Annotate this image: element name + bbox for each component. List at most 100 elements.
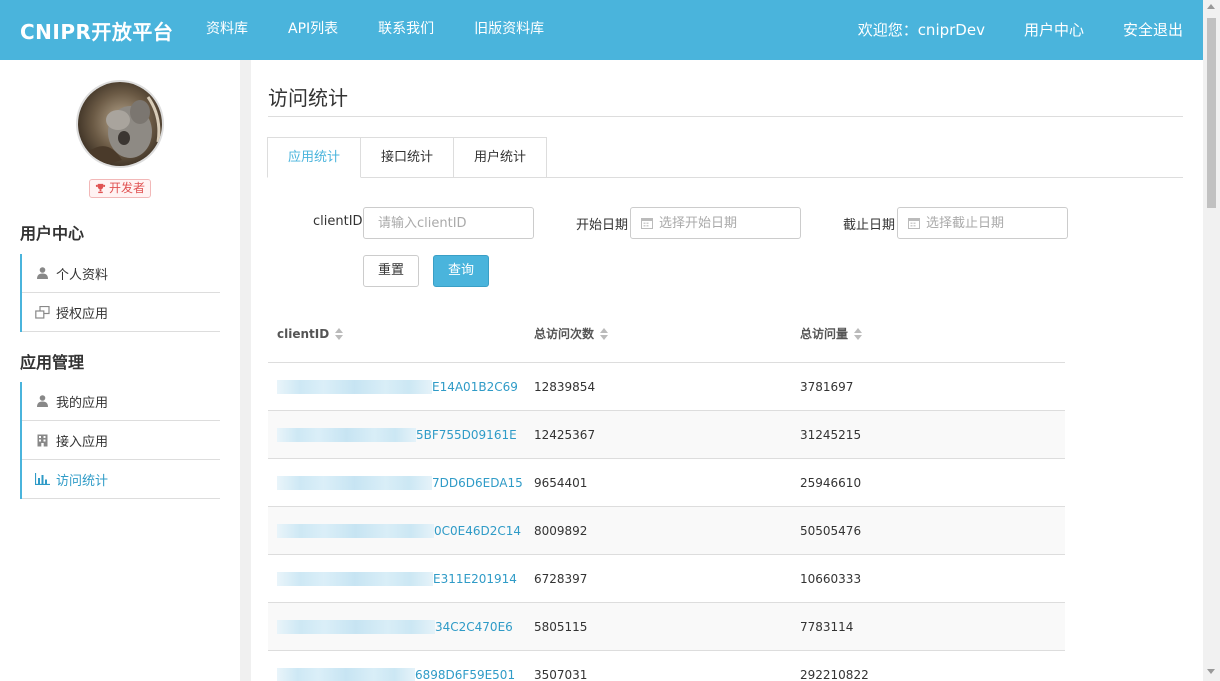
client-id-label: clientID — [313, 214, 363, 229]
section-title-app-management: 应用管理 — [20, 353, 85, 372]
sidebar-item-label: 个人资料 — [56, 267, 109, 283]
vertical-scrollbar[interactable] — [1203, 0, 1220, 681]
tab-api-stats[interactable]: 接口统计 — [360, 137, 455, 178]
sort-icon[interactable] — [854, 327, 863, 340]
redacted-mask — [277, 619, 435, 634]
sidebar: 开发者 用户中心 个人资料 授权应用 应用管理 我的应用 接入应用 访问统计 — [0, 60, 240, 681]
column-header-total-volume[interactable]: 总访问量 — [800, 325, 1065, 342]
main-nav: 资料库 API列表 联系我们 旧版资料库 — [206, 0, 584, 60]
stats-table: clientID 总访问次数 总访问量 E14A01B2C69 12839854… — [268, 305, 1065, 681]
user-icon — [34, 266, 50, 280]
table-row: 7DD6D6EDA15 9654401 25946610 — [268, 459, 1065, 507]
developer-badge: 开发者 — [89, 179, 152, 198]
trophy-icon — [95, 183, 106, 194]
total-volume-cell: 31245215 — [800, 427, 862, 442]
sort-icon[interactable] — [335, 327, 344, 340]
nav-old-database[interactable]: 旧版资料库 — [474, 0, 544, 60]
sidebar-divider — [240, 60, 251, 681]
total-visits-cell: 6728397 — [534, 571, 588, 586]
total-visits-cell: 5805115 — [534, 619, 588, 634]
page-title: 访问统计 — [268, 86, 348, 110]
end-date-input[interactable] — [926, 215, 1056, 231]
redacted-mask — [277, 427, 416, 442]
calendar-icon — [908, 218, 920, 229]
client-id-link[interactable]: 6898D6F59E501 — [277, 667, 534, 681]
reset-button[interactable]: 重置 — [363, 255, 419, 287]
query-button[interactable]: 查询 — [433, 255, 489, 287]
logout-link[interactable]: 安全退出 — [1123, 0, 1183, 60]
avatar-image — [78, 82, 162, 166]
start-date-picker[interactable] — [630, 207, 801, 239]
sidebar-item-label: 我的应用 — [56, 395, 109, 411]
client-id-link[interactable]: 7DD6D6EDA15 — [277, 475, 534, 490]
calendar-icon — [641, 218, 653, 229]
nav-api-list[interactable]: API列表 — [288, 0, 338, 60]
sidebar-item-authorized-apps[interactable]: 授权应用 — [22, 293, 220, 332]
nav-database[interactable]: 资料库 — [206, 0, 248, 60]
total-volume-cell: 50505476 — [800, 523, 862, 538]
redacted-mask — [277, 667, 415, 681]
client-id-link[interactable]: 5BF755D09161E — [277, 427, 534, 442]
scroll-down-arrow-icon[interactable] — [1207, 669, 1215, 674]
column-header-total-visits[interactable]: 总访问次数 — [534, 325, 800, 342]
app-management-menu: 我的应用 接入应用 访问统计 — [20, 382, 220, 499]
scrollbar-thumb[interactable] — [1207, 18, 1216, 208]
avatar[interactable] — [76, 80, 164, 168]
total-volume-cell: 292210822 — [800, 667, 869, 681]
user-menu: 欢迎您：cniprDev 用户中心 安全退出 — [819, 0, 1183, 60]
sidebar-item-my-apps[interactable]: 我的应用 — [22, 382, 220, 421]
scroll-up-arrow-icon[interactable] — [1207, 4, 1215, 9]
sidebar-item-profile[interactable]: 个人资料 — [22, 254, 220, 293]
user-icon — [34, 394, 50, 408]
section-title-user-center: 用户中心 — [20, 224, 85, 243]
title-divider — [268, 116, 1183, 117]
total-visits-cell: 12425367 — [534, 427, 596, 442]
total-visits-cell: 8009892 — [534, 523, 588, 538]
sidebar-item-label: 授权应用 — [56, 306, 109, 322]
sidebar-item-access-stats[interactable]: 访问统计 — [22, 460, 220, 499]
redacted-mask — [277, 475, 432, 490]
client-id-link[interactable]: E14A01B2C69 — [277, 379, 534, 394]
end-date-label: 截止日期 — [843, 218, 896, 233]
stats-tabs: 应用统计 接口统计 用户统计 — [267, 137, 548, 178]
table-header: clientID 总访问次数 总访问量 — [268, 305, 1065, 363]
total-visits-cell: 3507031 — [534, 667, 588, 681]
column-header-client-id[interactable]: clientID — [268, 327, 534, 341]
sidebar-item-label: 接入应用 — [56, 434, 109, 450]
sidebar-item-connect-app[interactable]: 接入应用 — [22, 421, 220, 460]
total-volume-cell: 3781697 — [800, 379, 854, 394]
brand-logo-text[interactable]: CNIPR开放平台 — [20, 16, 173, 45]
user-center-link[interactable]: 用户中心 — [1024, 0, 1084, 60]
total-volume-cell: 7783114 — [800, 619, 854, 634]
client-id-link[interactable]: 0C0E46D2C14 — [277, 523, 534, 538]
total-visits-cell: 12839854 — [534, 379, 596, 394]
table-row: 0C0E46D2C14 8009892 50505476 — [268, 507, 1065, 555]
table-row: E311E201914 6728397 10660333 — [268, 555, 1065, 603]
redacted-mask — [277, 523, 434, 538]
table-row: 34C2C470E6 5805115 7783114 — [268, 603, 1065, 651]
client-id-link[interactable]: E311E201914 — [277, 571, 534, 586]
end-date-picker[interactable] — [897, 207, 1068, 239]
tab-app-stats[interactable]: 应用统计 — [267, 137, 362, 178]
nav-contact[interactable]: 联系我们 — [378, 0, 434, 60]
tabs-divider — [267, 177, 1183, 178]
client-id-link[interactable]: 34C2C470E6 — [277, 619, 534, 634]
total-visits-cell: 9654401 — [534, 475, 588, 490]
start-date-label: 开始日期 — [576, 218, 629, 233]
user-center-menu: 个人资料 授权应用 — [20, 254, 220, 332]
table-row: E14A01B2C69 12839854 3781697 — [268, 363, 1065, 411]
building-icon — [34, 433, 50, 447]
tab-user-stats[interactable]: 用户统计 — [453, 137, 548, 178]
table-row: 5BF755D09161E 12425367 31245215 — [268, 411, 1065, 459]
redacted-mask — [277, 379, 432, 394]
total-volume-cell: 25946610 — [800, 475, 862, 490]
bar-chart-icon — [34, 472, 50, 486]
sort-icon[interactable] — [600, 327, 609, 340]
total-volume-cell: 10660333 — [800, 571, 862, 586]
welcome-text: 欢迎您：cniprDev — [857, 21, 985, 39]
client-id-input[interactable] — [363, 207, 534, 239]
start-date-input[interactable] — [659, 215, 789, 231]
sidebar-item-label: 访问统计 — [56, 473, 109, 489]
table-row: 6898D6F59E501 3507031 292210822 — [268, 651, 1065, 681]
badge-label: 开发者 — [109, 181, 146, 195]
